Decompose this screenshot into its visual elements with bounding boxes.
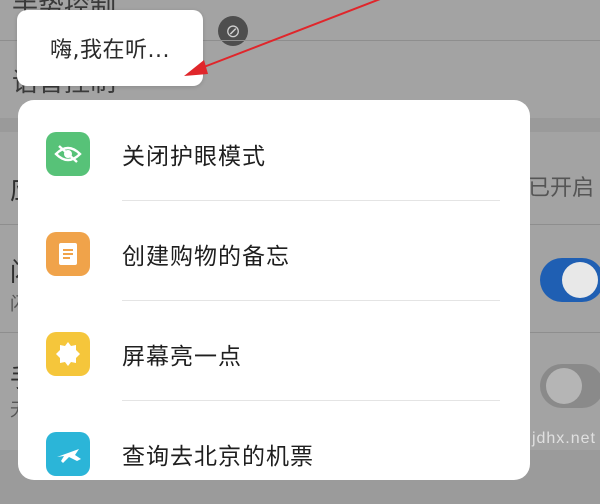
plane-icon [46,432,90,476]
suggestion-label: 关闭护眼模式 [122,144,266,170]
divider [122,300,500,301]
eye-off-icon [46,132,90,176]
suggestion-card: 关闭护眼模式 创建购物的备忘 屏幕亮一点 查询去北京的机票 [18,100,530,480]
suggestion-item-eye-care[interactable]: 关闭护眼模式 [18,104,530,204]
suggestion-label: 创建购物的备忘 [122,244,290,270]
suggestion-item-flight-search[interactable]: 查询去北京的机票 [18,404,530,504]
status-text: 已开启 [527,176,594,201]
watermark: jdhx.net [531,430,596,447]
divider [122,200,500,201]
brightness-icon [46,332,90,376]
suggestion-item-brightness[interactable]: 屏幕亮一点 [18,304,530,404]
note-icon [46,232,90,276]
divider [122,400,500,401]
toggle-switch-on[interactable] [540,258,600,302]
suggestion-label: 查询去北京的机票 [122,444,314,470]
suggestion-item-shopping-memo[interactable]: 创建购物的备忘 [18,204,530,304]
toggle-switch-off[interactable] [540,364,600,408]
suggestion-label: 屏幕亮一点 [122,344,242,370]
